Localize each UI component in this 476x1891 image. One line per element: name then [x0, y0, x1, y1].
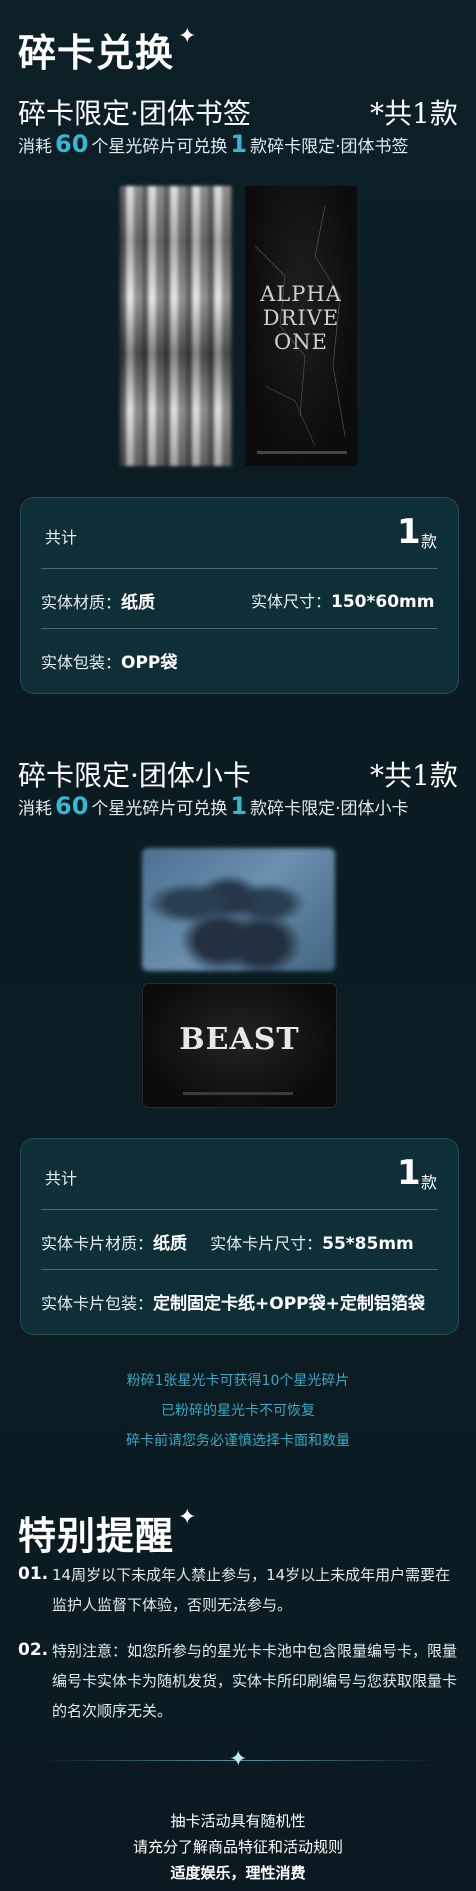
- copyright-strip: [257, 451, 347, 454]
- copyright-strip: [183, 1092, 293, 1095]
- reminder-item-2-text: 特别注意：如您所参与的星光卡卡池中包含限量编号卡，限量编号卡实体卡为随机发货，实…: [52, 1642, 458, 1720]
- section2-info-panel: 共计 1 款 实体卡片材质：纸质 实体卡片尺寸：55*85mm 实体卡片包装：定…: [20, 1138, 459, 1335]
- section2-count: *共1款: [370, 759, 458, 792]
- bookmark-logo-image: ALPHA DRIVE ONE: [245, 186, 357, 466]
- note-line-1: 粉碎1张星光卡可获得10个星光碎片: [126, 1373, 350, 1389]
- card-photo-image: [142, 848, 335, 971]
- footer-line-1: 抽卡活动具有随机性: [170, 1812, 306, 1830]
- logo-line-1: ALPHA: [260, 282, 342, 306]
- section1-info-panel: 共计 1 款 实体材质：纸质 实体尺寸：150*60mm 实体包装：OPP袋: [20, 497, 459, 694]
- material-size-row: 实体卡片材质：纸质 实体卡片尺寸：55*85mm: [41, 1234, 414, 1254]
- note-line-2: 已粉碎的星光卡不可恢复: [161, 1403, 315, 1419]
- divider: [41, 1209, 438, 1210]
- divider: [41, 568, 438, 569]
- logo-line-3: ONE: [274, 330, 328, 354]
- total-unit: 款: [421, 1173, 438, 1192]
- reminder-title: 特别提醒: [18, 1513, 175, 1558]
- footer-line-3: 适度娱乐，理性消费: [170, 1864, 306, 1882]
- sparkle-icon: ✦: [178, 1505, 197, 1530]
- footer-line-2: 请充分了解商品特征和活动规则: [132, 1838, 343, 1856]
- note-line-3: 碎卡前请您务必谨慎选择卡面和数量: [126, 1433, 350, 1449]
- material-row: 实体材质：纸质: [41, 593, 156, 613]
- total-unit: 款: [421, 532, 438, 551]
- divider: [41, 1269, 438, 1270]
- section2-desc: 消耗 60 个星光碎片可兑换 1 款碎卡限定·团体小卡: [18, 792, 409, 820]
- beast-logo: BEAST: [179, 1022, 300, 1057]
- divider: [41, 628, 438, 629]
- reminder-item-1-text: 14周岁以下未成年人禁止参与，14岁以上未成年用户需要在监护人监督下体验，否则无…: [52, 1566, 451, 1614]
- section2-title: 碎卡限定·团体小卡: [18, 759, 251, 792]
- size-row: 实体尺寸：150*60mm: [251, 592, 435, 612]
- section1-title: 碎卡限定·团体书签: [18, 97, 251, 130]
- bookmark-photo-image: [120, 186, 232, 466]
- sparkle-icon: ✦: [229, 1747, 248, 1772]
- pack-row: 实体包装：OPP袋: [41, 653, 178, 673]
- sparkle-icon: ✦: [178, 24, 197, 49]
- pack-row: 实体卡片包装：定制固定卡纸+OPP袋+定制铝箔袋: [41, 1294, 425, 1314]
- reminder-item-2-num: 02.: [18, 1640, 49, 1660]
- page-title: 碎卡兑换: [18, 30, 175, 75]
- total-number: 1: [397, 1153, 421, 1193]
- total-number: 1: [397, 512, 421, 552]
- card-logo-image: BEAST: [142, 983, 337, 1108]
- reminder-item-1-num: 01.: [18, 1564, 49, 1584]
- section1-desc: 消耗 60 个星光碎片可兑换 1 款碎卡限定·团体书签: [18, 130, 409, 158]
- total-label: 共计: [45, 1169, 78, 1188]
- logo-line-2: DRIVE: [262, 306, 340, 330]
- section1-count: *共1款: [370, 97, 458, 130]
- total-label: 共计: [45, 528, 78, 547]
